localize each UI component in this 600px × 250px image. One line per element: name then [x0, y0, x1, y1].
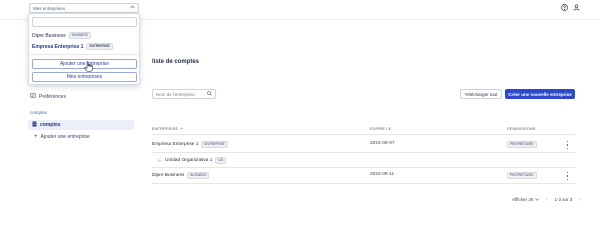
- column-header-company[interactable]: Entreprise: [152, 127, 183, 131]
- row-actions-menu-icon[interactable]: [566, 141, 569, 149]
- hand-cursor-icon: [84, 61, 94, 73]
- company-name: Empresa Enterprise 1: [32, 43, 84, 50]
- company-name: Dipre Business: [152, 173, 185, 178]
- download-all-button[interactable]: Télécharger tout: [460, 89, 502, 99]
- table-divider: [152, 152, 575, 153]
- dropdown-divider: [29, 54, 139, 55]
- building-icon: [32, 121, 37, 129]
- my-companies-button[interactable]: Mes entreprises: [32, 72, 137, 82]
- search-placeholder: Nom de l'entreprise: [156, 91, 195, 97]
- company-type-badge: entreprise: [86, 43, 113, 50]
- sort-up-icon: [180, 127, 183, 131]
- expiry-date: 2024-09-11: [370, 172, 395, 177]
- table-divider: [152, 183, 575, 184]
- table-divider: [152, 134, 575, 135]
- sidebar-item-accounts[interactable]: comptes: [28, 120, 134, 130]
- previous-page-icon[interactable]: ‹: [543, 196, 550, 203]
- company-type-badge: business: [68, 32, 91, 39]
- expiry-date: 2024-09-07: [370, 141, 395, 146]
- company-name: Empresa Enterprise 1: [152, 142, 199, 147]
- page-size-select[interactable]: Afficher 25: [512, 197, 540, 202]
- table-row-company[interactable]: Empresa Enterprise 1 entreprise: [152, 141, 228, 148]
- user-icon[interactable]: [572, 3, 580, 11]
- column-header-expires[interactable]: Expire le: [370, 127, 391, 131]
- page-title: liste de comptes: [152, 59, 200, 65]
- column-header-label: Entreprise: [152, 127, 179, 131]
- company-type-badge: business: [187, 172, 210, 179]
- help-circle-icon[interactable]: [560, 3, 568, 11]
- dropdown-search-input[interactable]: [32, 17, 137, 27]
- next-page-icon[interactable]: ›: [576, 196, 583, 203]
- permission-badge: propriétaire: [507, 141, 537, 148]
- sidebar-item-label: Ajouter une entreprise: [40, 134, 90, 140]
- chevron-up-icon: [130, 5, 135, 11]
- organization-selector-value: Mes entreprises: [33, 5, 66, 11]
- top-icons: [560, 3, 580, 11]
- permission-badge: propriétaire: [507, 172, 537, 179]
- company-name: Dipre Business: [32, 32, 66, 39]
- sidebar-item-preferences[interactable]: Préférences: [30, 93, 66, 100]
- chevron-down-icon: [535, 197, 540, 202]
- table-divider: [152, 167, 575, 168]
- table-row-company[interactable]: Unidad Organizativa 1 UO: [158, 157, 227, 164]
- organization-selector[interactable]: Mes entreprises: [29, 3, 139, 13]
- row-actions-menu-icon[interactable]: [566, 172, 569, 180]
- page-size-label: Afficher 25: [512, 197, 534, 202]
- create-company-button[interactable]: Créer une nouvelle entreprise: [505, 89, 575, 99]
- table-row-company[interactable]: Dipre Business business: [152, 172, 210, 179]
- sidebar-section-label: comptes: [30, 110, 48, 115]
- company-type-badge: UO: [215, 157, 227, 164]
- company-name: Unidad Organizativa 1: [165, 158, 213, 163]
- plus-icon: +: [34, 134, 38, 140]
- sliders-icon: [30, 93, 36, 100]
- sidebar-item-label: Préférences: [39, 93, 66, 100]
- column-header-permissions: Permissions: [507, 127, 536, 131]
- search-icon: [207, 90, 212, 98]
- sidebar-item-add-company[interactable]: + Ajouter une entreprise: [34, 134, 90, 140]
- pagination-range: 1-3 sur 3: [554, 197, 573, 202]
- pagination: Afficher 25 ‹ 1-3 sur 3 ›: [512, 196, 583, 203]
- dropdown-item-company[interactable]: Dipre Business business: [32, 32, 91, 39]
- sidebar-item-label: comptes: [40, 122, 61, 128]
- subunit-arrow-icon: [158, 158, 162, 164]
- organization-dropdown: Dipre Business business Empresa Enterpri…: [28, 13, 140, 85]
- company-search-input[interactable]: Nom de l'entreprise: [152, 89, 216, 99]
- dropdown-item-company-selected[interactable]: Empresa Enterprise 1 entreprise: [32, 43, 113, 50]
- company-type-badge: entreprise: [201, 141, 228, 148]
